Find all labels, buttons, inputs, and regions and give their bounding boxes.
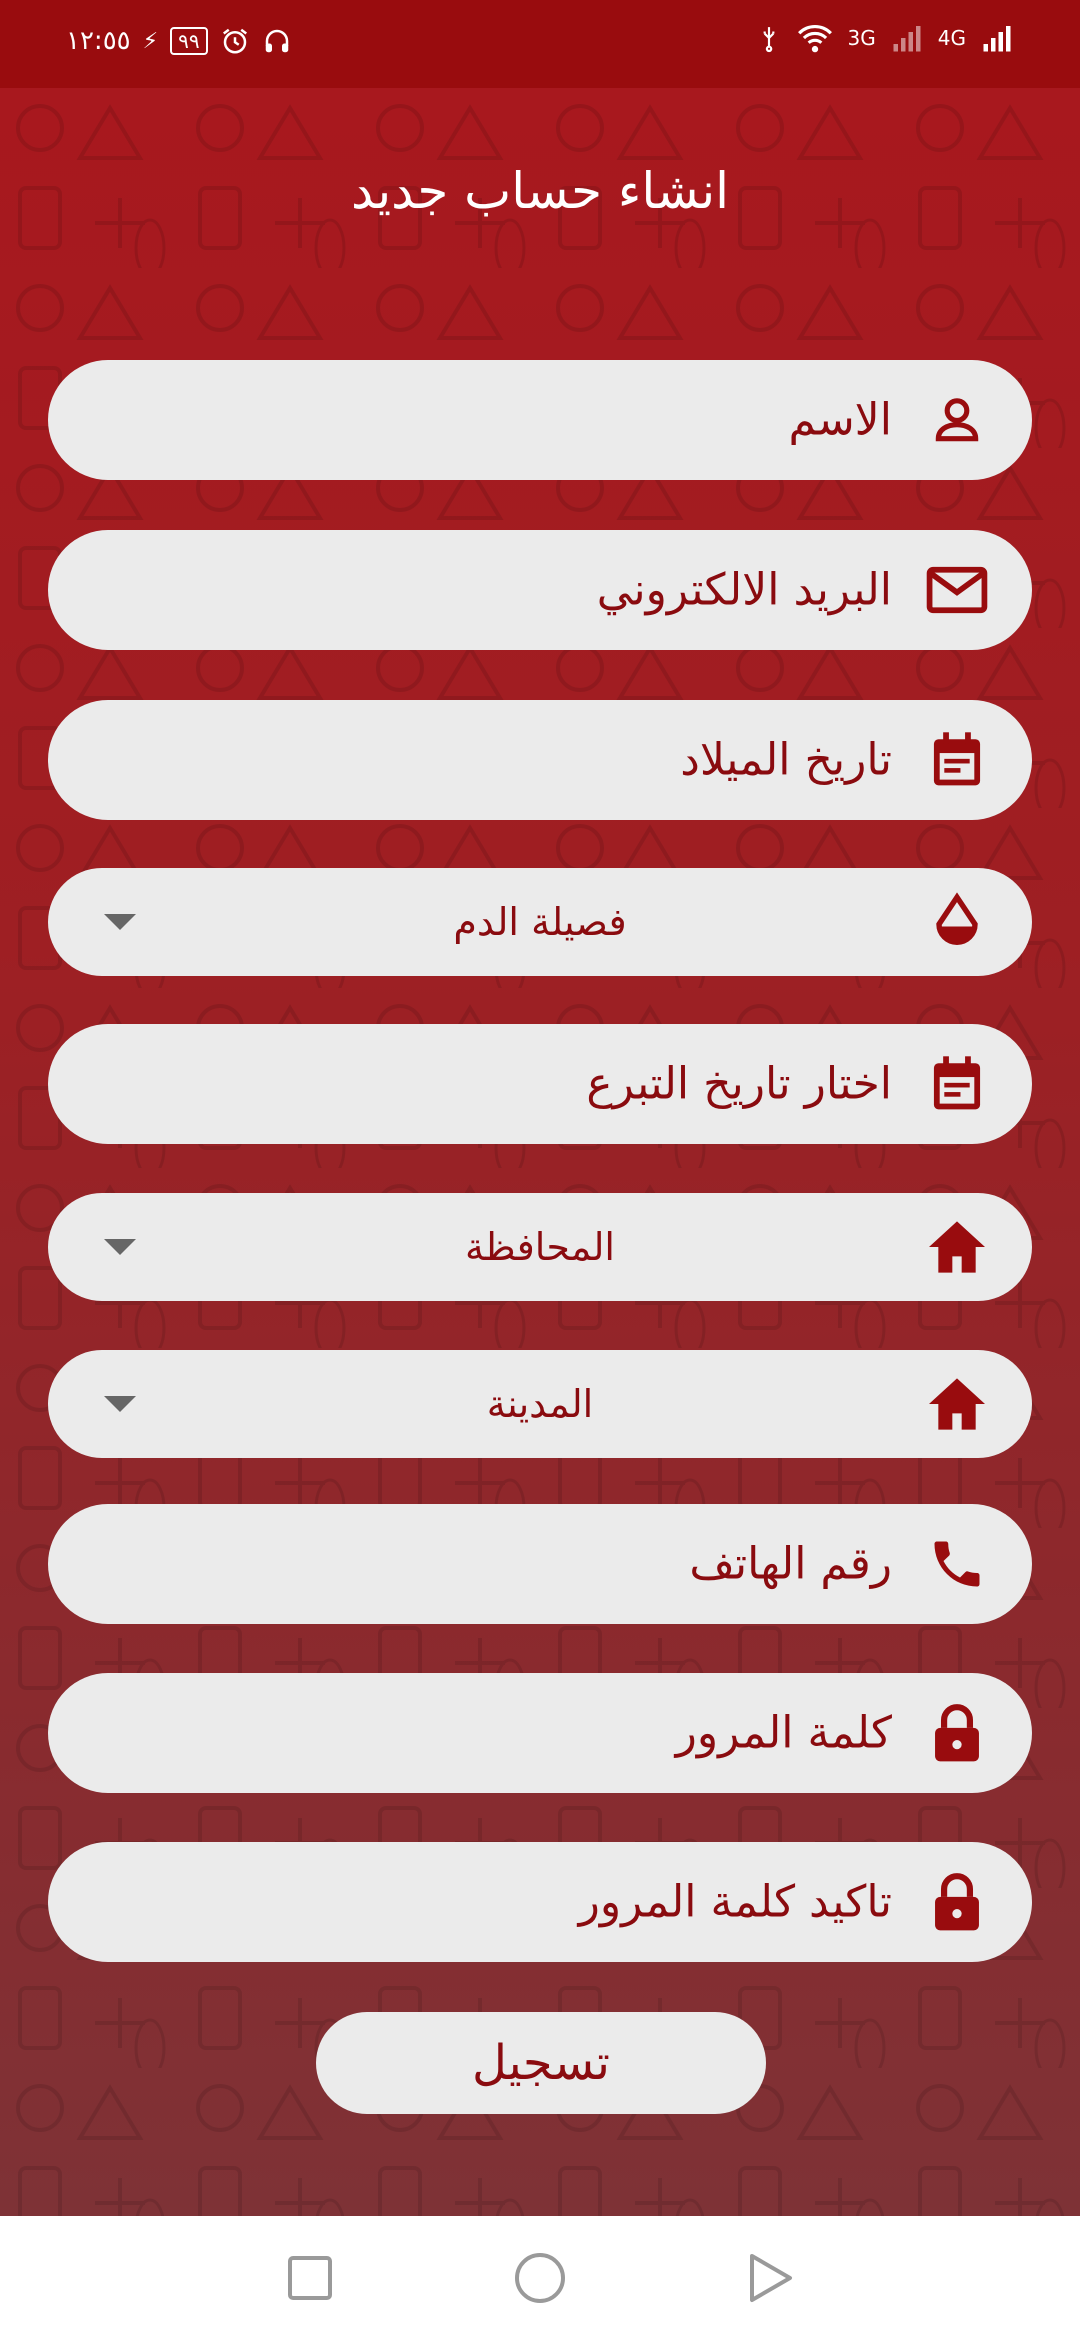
blood-type-label: فصيلة الدم [453, 900, 627, 944]
phone-placeholder: رقم الهاتف [689, 1538, 892, 1590]
birth-date-placeholder: تاريخ الميلاد [680, 734, 892, 786]
status-right: 3G 4G [756, 22, 1014, 54]
drop-icon [926, 891, 988, 953]
home-icon [926, 1373, 988, 1435]
calendar-icon [926, 729, 988, 791]
register-button[interactable]: تسجيل [316, 2012, 766, 2114]
donation-date-field[interactable]: اختار تاريخ التبرع [48, 1024, 1032, 1144]
back-button-icon[interactable] [740, 2248, 800, 2308]
alarm-icon [222, 28, 247, 54]
system-nav-bar [0, 2216, 1080, 2340]
person-icon [926, 389, 988, 451]
page-title: انشاء حساب جديد [350, 162, 730, 220]
recents-button-icon[interactable] [280, 2248, 340, 2308]
phone-field[interactable]: رقم الهاتف [48, 1504, 1032, 1624]
blood-type-select[interactable]: فصيلة الدم [48, 868, 1032, 976]
donation-date-placeholder: اختار تاريخ التبرع [586, 1058, 892, 1110]
lock-icon [926, 1871, 988, 1933]
chevron-down-icon[interactable] [104, 1396, 136, 1412]
signal-icon [893, 26, 921, 52]
password-field[interactable]: كلمة المرور [48, 1673, 1032, 1793]
clock: ١٢:٥٥ [66, 26, 131, 56]
network-type-1: 3G [847, 26, 876, 50]
city-select[interactable]: المدينة [48, 1350, 1032, 1458]
envelope-icon [926, 559, 988, 621]
wifi-icon [797, 25, 832, 53]
chevron-down-icon[interactable] [104, 1239, 136, 1255]
signal-icon [983, 26, 1011, 52]
city-label: المدينة [486, 1382, 594, 1426]
phone-icon [926, 1533, 988, 1595]
registration-screen: انشاء حساب جديد الاسم البريد الالكتروني [0, 88, 1080, 2216]
status-bar: ١٢:٥٥ ⚡ ٩٩ 3G 4G [0, 0, 1080, 88]
confirm-password-placeholder: تاكيد كلمة المرور [578, 1876, 892, 1928]
email-placeholder: البريد الالكتروني [596, 564, 892, 616]
network-type-2: 4G [937, 26, 966, 50]
lock-icon [926, 1702, 988, 1764]
charging-icon: ⚡ [142, 28, 159, 54]
password-placeholder: كلمة المرور [675, 1707, 892, 1759]
battery-icon: ٩٩ [170, 27, 208, 55]
governorate-label: المحافظة [465, 1225, 615, 1269]
birth-date-field[interactable]: تاريخ الميلاد [48, 700, 1032, 820]
usb-icon [763, 27, 774, 53]
name-field[interactable]: الاسم [48, 360, 1032, 480]
home-icon [926, 1216, 988, 1278]
chevron-down-icon[interactable] [104, 914, 136, 930]
headphones-icon [265, 29, 288, 53]
status-left: ١٢:٥٥ ⚡ ٩٩ [66, 26, 292, 56]
calendar-icon [926, 1053, 988, 1115]
governorate-select[interactable]: المحافظة [48, 1193, 1032, 1301]
email-field[interactable]: البريد الالكتروني [48, 530, 1032, 650]
home-button-icon[interactable] [510, 2248, 570, 2308]
name-placeholder: الاسم [788, 394, 892, 446]
confirm-password-field[interactable]: تاكيد كلمة المرور [48, 1842, 1032, 1962]
